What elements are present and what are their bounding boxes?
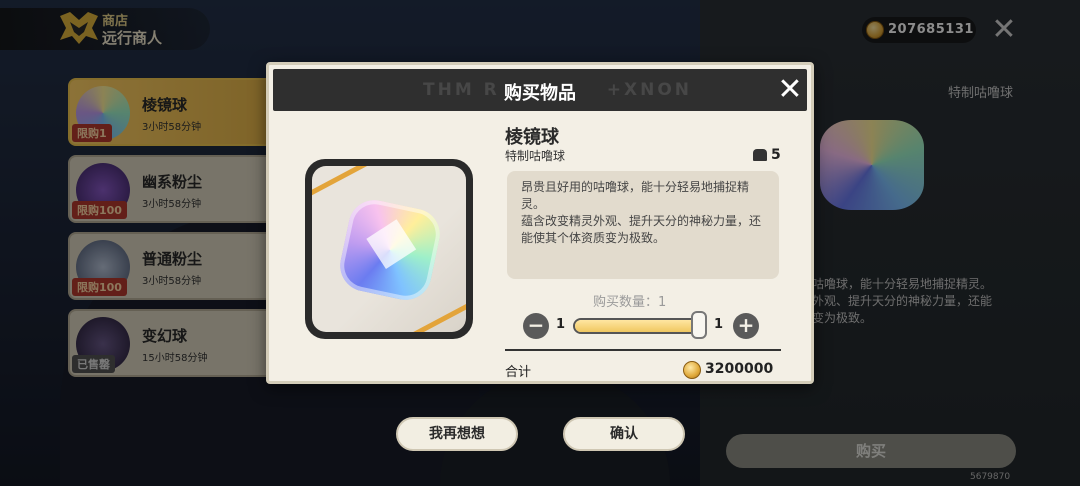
item-name: 棱镜球 [505, 127, 559, 148]
confirm-button[interactable]: 确认 [563, 417, 685, 451]
prism-ball-icon [335, 195, 445, 305]
total-label: 合计 [505, 365, 532, 380]
divider [505, 349, 781, 351]
backpack-icon [753, 149, 767, 161]
coin-icon [683, 361, 701, 379]
close-icon[interactable]: ✕ [775, 73, 805, 107]
quantity-min: 1 [556, 317, 566, 332]
slider-fill [575, 320, 701, 332]
plus-button[interactable]: + [733, 313, 759, 339]
cancel-button[interactable]: 我再想想 [396, 417, 518, 451]
slider-handle[interactable] [691, 311, 707, 339]
quantity-max: 1 [714, 317, 724, 332]
total-price: 3200000 [705, 361, 774, 377]
owned-count: 5 [771, 147, 781, 163]
item-image-frame [305, 159, 473, 339]
item-type: 特制咕噜球 [505, 149, 566, 163]
quantity-slider[interactable] [573, 318, 703, 334]
item-description: 昂贵且好用的咕噜球，能十分轻易地捕捉精灵。 蕴含改变精灵外观、提升天分的神秘力量… [507, 171, 779, 279]
purchase-dialog: THM R +XNON 购买物品 ✕ 棱镜球 特制咕噜球 5 昂贵且好用的咕噜球… [266, 62, 814, 384]
minus-button[interactable]: − [523, 313, 549, 339]
dialog-header: THM R +XNON 购买物品 ✕ [273, 69, 807, 111]
dialog-title: 购买物品 [504, 83, 576, 104]
quantity-label: 购买数量：1 [593, 295, 667, 310]
